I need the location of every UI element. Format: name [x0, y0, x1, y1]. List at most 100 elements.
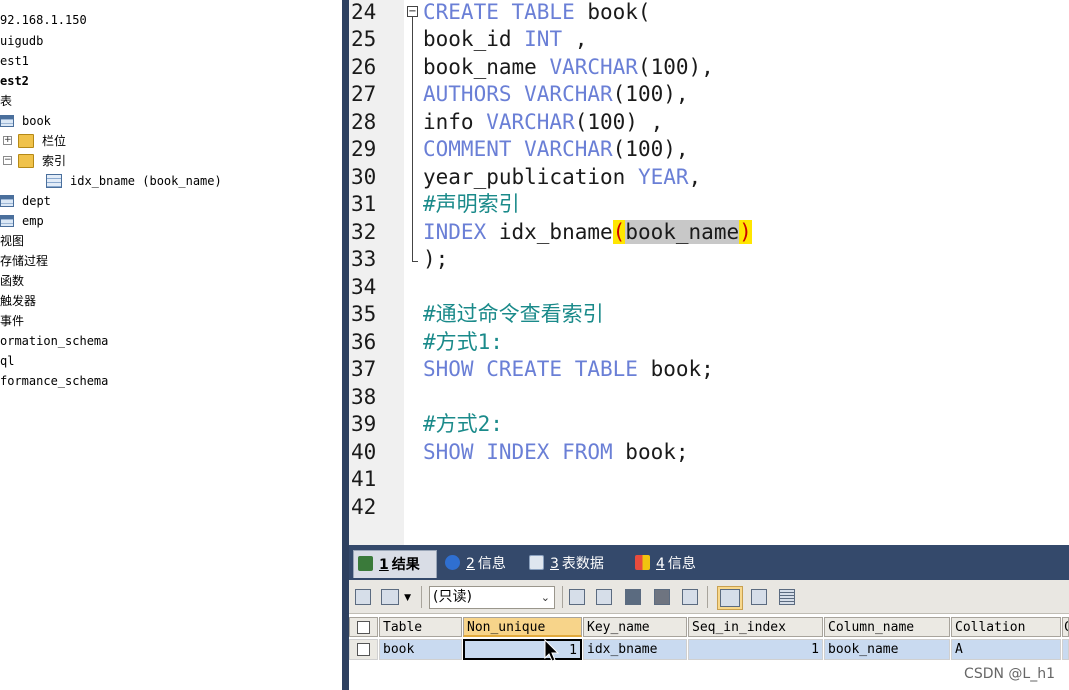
- results-panel: 1 结果 2 信息 3 表数据 4 信息 ▼ (只读) ⌄ Table Non_uniqu…: [349, 545, 1069, 690]
- table-cell[interactable]: idx_bname: [583, 639, 687, 660]
- code-line-39: #方式2:: [423, 412, 503, 436]
- tree-folder-triggers[interactable]: 触发器: [0, 290, 36, 310]
- code-line-25: book_id INT ,: [423, 27, 588, 51]
- code-line-35: #通过命令查看索引: [423, 302, 604, 326]
- tree-db-mysql[interactable]: ql: [0, 350, 14, 370]
- grid-view-icon[interactable]: [717, 586, 743, 610]
- line-number: 25: [351, 27, 377, 51]
- table-icon: [0, 114, 14, 127]
- collapse-icon[interactable]: −: [3, 156, 12, 165]
- tree-table-book[interactable]: book: [0, 110, 51, 130]
- line-number: 35: [351, 302, 377, 326]
- duplicate-row-icon[interactable]: [594, 587, 614, 607]
- form-view-icon[interactable]: [749, 587, 769, 607]
- text-view-icon[interactable]: [777, 587, 797, 607]
- table-cell[interactable]: 1: [463, 639, 582, 660]
- mouse-pointer-icon: [544, 639, 560, 662]
- row-selector[interactable]: [349, 639, 378, 660]
- tree-connection[interactable]: 92.168.1.150: [0, 9, 87, 29]
- line-number: 33: [351, 247, 377, 271]
- select-all-header[interactable]: [349, 617, 378, 637]
- toolbar-separator: [707, 586, 708, 608]
- tree-table-emp[interactable]: emp: [0, 210, 44, 230]
- add-row-icon[interactable]: [567, 587, 587, 607]
- line-number: 31: [351, 192, 377, 216]
- line-number: 37: [351, 357, 377, 381]
- panel-splitter[interactable]: [342, 0, 349, 690]
- tab-info[interactable]: 4 信息: [631, 550, 711, 578]
- tree-folder-events[interactable]: 事件: [0, 310, 24, 330]
- tree-db-uigudb[interactable]: uigudb: [0, 30, 43, 50]
- checkbox[interactable]: [357, 621, 370, 634]
- chevron-down-icon: ⌄: [540, 591, 550, 604]
- code-line-29: COMMENT VARCHAR(100),: [423, 137, 689, 161]
- line-number: 42: [351, 495, 377, 519]
- column-header[interactable]: Non_unique: [463, 617, 582, 637]
- table-icon: [0, 194, 14, 207]
- folder-icon: [18, 133, 34, 148]
- checkbox[interactable]: [357, 643, 370, 656]
- fold-guide-end: [412, 261, 418, 262]
- tree-db-test1[interactable]: est1: [0, 50, 29, 70]
- results-tab-bar: 1 结果 2 信息 3 表数据 4 信息: [349, 545, 1069, 580]
- selected-text: book_name: [625, 220, 740, 244]
- watermark: CSDN @L_h1: [964, 666, 1055, 682]
- table-cell[interactable]: book: [379, 639, 462, 660]
- cancel-changes-icon[interactable]: [680, 587, 700, 607]
- code-line-37: SHOW CREATE TABLE book;: [423, 357, 714, 381]
- code-line-28: info VARCHAR(100) ,: [423, 110, 664, 134]
- table-cell[interactable]: 1: [688, 639, 823, 660]
- result-grid[interactable]: Table Non_unique Key_name Seq_in_index C…: [349, 614, 1069, 690]
- column-header[interactable]: Seq_in_index: [688, 617, 823, 637]
- line-number: 41: [351, 467, 377, 491]
- folder-icon: [18, 153, 34, 168]
- tab-results[interactable]: 1 结果: [353, 550, 437, 578]
- tab-messages[interactable]: 2 信息: [441, 550, 521, 578]
- grid-result-icon: [358, 556, 373, 571]
- table-icon: [0, 214, 14, 227]
- tree-folder-tables[interactable]: 表: [0, 90, 12, 110]
- column-header[interactable]: Column_name: [824, 617, 950, 637]
- tree-folder-indexes[interactable]: − 索引: [3, 150, 66, 170]
- result-mode-select[interactable]: (只读) ⌄: [429, 586, 555, 609]
- fold-guide: [412, 17, 413, 262]
- code-line-27: AUTHORS VARCHAR(100),: [423, 82, 689, 106]
- import-dropdown-icon[interactable]: ▼: [379, 587, 413, 607]
- info-icon: [445, 555, 460, 570]
- table-cell[interactable]: [1062, 639, 1069, 660]
- tree-db-information-schema[interactable]: ormation_schema: [0, 330, 108, 350]
- delete-icon[interactable]: [652, 587, 672, 607]
- code-line-30: year_publication YEAR,: [423, 165, 702, 189]
- sql-editor[interactable]: 24 25 26 27 28 29 30 31 32 33 34 35 36 3…: [349, 0, 1069, 545]
- code-line-40: SHOW INDEX FROM book;: [423, 440, 689, 464]
- line-number: 32: [351, 220, 377, 244]
- tree-index-idx-bname[interactable]: idx_bname (book_name): [46, 170, 222, 190]
- tree-folder-views[interactable]: 视图: [0, 230, 24, 250]
- line-number: 28: [351, 110, 377, 134]
- save-icon[interactable]: [623, 587, 643, 607]
- column-header[interactable]: Table: [379, 617, 462, 637]
- expand-icon[interactable]: +: [3, 136, 12, 145]
- export-icon[interactable]: [353, 587, 373, 607]
- tree-db-test2[interactable]: est2: [0, 70, 29, 90]
- tree-table-dept[interactable]: dept: [0, 190, 51, 210]
- fold-toggle-icon[interactable]: −: [407, 6, 418, 17]
- matching-brace-close: ): [739, 220, 752, 244]
- table-cell[interactable]: book_name: [824, 639, 950, 660]
- line-number: 34: [351, 275, 377, 299]
- toolbar-separator: [562, 586, 563, 608]
- tree-folder-columns[interactable]: + 栏位: [3, 130, 66, 150]
- column-header[interactable]: Collation: [951, 617, 1061, 637]
- tab-table-data[interactable]: 3 表数据: [525, 550, 621, 578]
- tree-folder-procedures[interactable]: 存储过程: [0, 250, 48, 270]
- table-data-icon: [529, 555, 544, 570]
- line-number-gutter: 24 25 26 27 28 29 30 31 32 33 34 35 36 3…: [349, 0, 404, 545]
- table-cell[interactable]: A: [951, 639, 1061, 660]
- code-line-24: CREATE TABLE book(: [423, 0, 651, 24]
- column-header[interactable]: C: [1062, 617, 1069, 637]
- index-icon: [46, 173, 62, 188]
- code-line-31: #声明索引: [423, 192, 520, 216]
- tree-db-performance-schema[interactable]: formance_schema: [0, 370, 108, 390]
- column-header[interactable]: Key_name: [583, 617, 687, 637]
- tree-folder-functions[interactable]: 函数: [0, 270, 24, 290]
